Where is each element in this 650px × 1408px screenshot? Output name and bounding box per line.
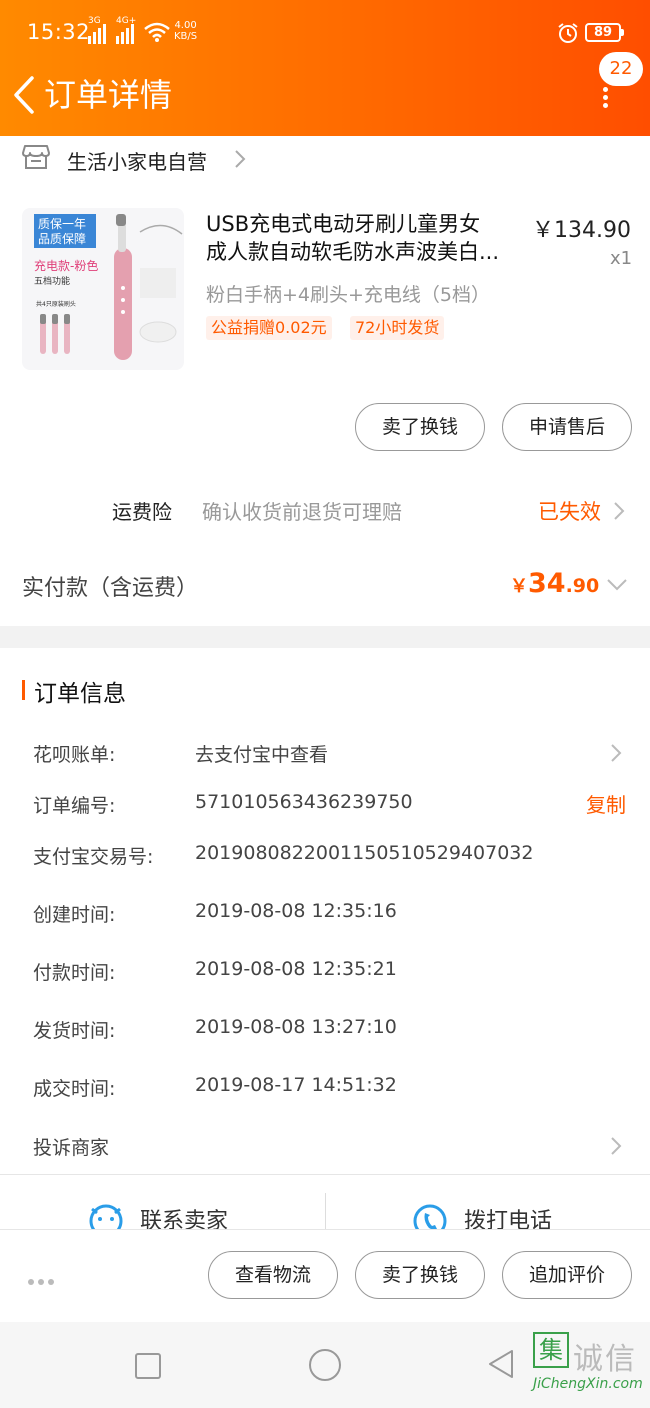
product-image[interactable]: 质保一年 品质保障 充电款-粉色 五档功能 共4只原装刷头 [22,208,184,370]
copy-button[interactable]: 复制 [586,789,626,818]
insurance-status: 已失效 [538,500,601,524]
signal-4g-icon: 4G+ [116,16,136,44]
network-speed: 4.00 KB/S [174,20,198,42]
more-actions-icon[interactable] [28,1270,58,1289]
chevron-right-icon [611,744,622,762]
product-price: ￥134.90 [532,218,631,243]
info-label: 付款时间: [33,962,116,984]
info-value: 2019-08-17 14:51:32 [195,1074,397,1096]
completed-time-row: 成交时间: 2019-08-17 14:51:32 [0,1068,650,1108]
image-badge-line1: 质保一年 [38,217,86,231]
product-title-line1: USB充电式电动牙刷儿童男女 [206,212,481,236]
product-quantity: x1 [610,248,633,269]
order-number: 571010563436239750 [195,791,413,813]
info-label: 发货时间: [33,1020,116,1042]
alarm-icon [558,23,578,43]
info-value: 2019-08-08 13:27:10 [195,1016,397,1038]
chevron-right-icon [611,1137,622,1155]
order-info-title: 订单信息 [34,681,126,707]
add-review-button[interactable]: 追加评价 [502,1251,632,1299]
signal-3g-icon: 3G [88,16,106,44]
section-gap [0,626,650,648]
paid-amount-row[interactable]: 实付款（含运费） ￥34.90 [0,560,650,614]
alipay-trade-row: 支付宝交易号: 2019080822001150510529407032 [0,836,650,876]
navbar: 订单详情 [0,66,650,136]
created-time-row: 创建时间: 2019-08-08 12:35:16 [0,894,650,934]
product-sku: 粉白手柄+4刷头+充电线（5档） [206,284,491,306]
shipping-insurance-row[interactable]: 运费险 确认收货前退货可理赔 已失效 [0,486,650,534]
more-menu-icon[interactable] [598,84,612,114]
info-value: 去支付宝中查看 [195,744,329,766]
back-arrow-icon[interactable] [10,74,38,116]
shop-row[interactable]: 生活小家电自营 [0,136,650,184]
section-accent-bar [22,680,25,700]
image-badge-line2: 品质保障 [38,231,86,246]
sell-for-cash-button[interactable]: 卖了换钱 [355,403,485,451]
charity-tag: 公益捐赠0.02元 [206,316,332,340]
huabei-bill-row[interactable]: 花呗账单: 去支付宝中查看 [0,734,650,774]
contact-bar: 联系卖家 拨打电话 [0,1175,650,1229]
insurance-label: 运费险 [112,500,172,524]
view-logistics-button[interactable]: 查看物流 [208,1251,338,1299]
chevron-right-icon [235,150,246,168]
chat-icon [89,1204,123,1229]
battery-icon: 89 [585,23,624,42]
insurance-desc: 确认收货前退货可理赔 [202,500,402,524]
info-value: 2019-08-08 12:35:21 [195,958,397,980]
nav-back-icon[interactable] [486,1348,516,1380]
home-icon[interactable] [309,1349,341,1381]
phone-icon [413,1204,447,1229]
info-label: 支付宝交易号: [33,846,154,868]
shipping-tag: 72小时发货 [350,316,445,340]
after-sales-button[interactable]: 申请售后 [502,403,632,451]
complain-seller-row[interactable]: 投诉商家 [0,1127,650,1167]
wifi-icon [144,22,170,42]
order-number-row: 订单编号: 571010563436239750 复制 [0,785,650,825]
complain-seller-label: 投诉商家 [33,1137,110,1159]
paid-amount: ￥34.90 [510,568,600,599]
product-title-line2: 成人款自动软毛防水声波美白... [206,240,500,264]
info-label: 订单编号: [33,795,116,817]
info-value: 2019-08-08 12:35:16 [195,900,397,922]
sell-for-cash-button-bottom[interactable]: 卖了换钱 [355,1251,485,1299]
store-icon [22,145,50,169]
info-label: 成交时间: [33,1078,116,1100]
shop-name[interactable]: 生活小家电自营 [67,146,207,175]
status-bar: 15:32 3G 4G+ 4.00 KB/S 89 [0,0,650,66]
message-count-badge[interactable]: 22 [599,52,643,86]
image-sub-caption: 五档功能 [34,275,70,287]
shipped-time-row: 发货时间: 2019-08-08 13:27:10 [0,1010,650,1050]
image-caption: 充电款-粉色 [34,258,98,273]
recent-apps-icon[interactable] [135,1353,161,1379]
watermark-logo: 集 诚信 JiChengXin.com [533,1332,650,1402]
product-title[interactable]: USB充电式电动牙刷儿童男女 成人款自动软毛防水声波美白... [206,210,521,266]
chevron-right-icon [614,502,625,520]
bottom-action-bar: 查看物流 卖了换钱 追加评价 [0,1229,650,1322]
paid-time-row: 付款时间: 2019-08-08 12:35:21 [0,952,650,992]
image-head-caption: 共4只原装刷头 [36,300,76,308]
chevron-down-icon[interactable] [606,578,628,592]
header: 15:32 3G 4G+ 4.00 KB/S 89 订单详情 22 [0,0,650,136]
info-label: 花呗账单: [33,744,116,766]
status-time: 15:32 [27,20,91,44]
paid-label: 实付款（含运费） [22,576,199,601]
separator [325,1193,326,1229]
info-label: 创建时间: [33,904,116,926]
alipay-trade-number: 2019080822001150510529407032 [195,842,534,864]
page-title: 订单详情 [44,76,173,114]
signal-indicators: 3G 4G+ [88,16,136,44]
